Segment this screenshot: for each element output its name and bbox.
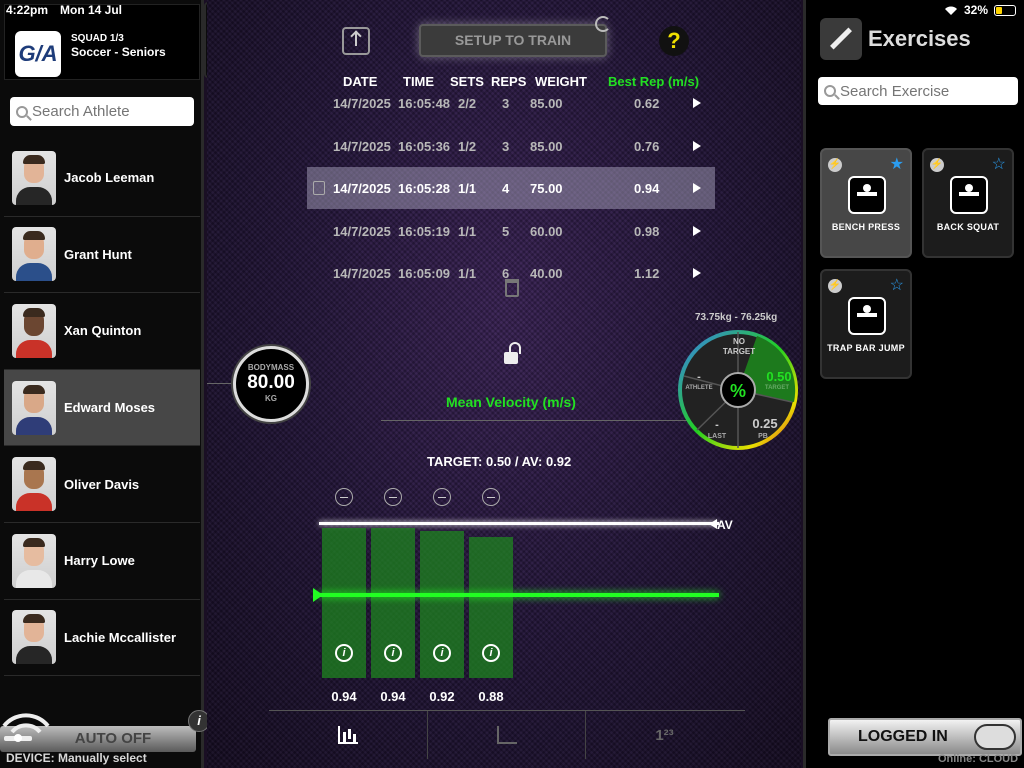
avatar <box>12 303 56 358</box>
athlete-row[interactable]: Edward Moses <box>4 369 200 447</box>
athlete-search-input[interactable] <box>32 103 182 120</box>
avatar <box>12 610 56 665</box>
athlete-list: Jacob Leeman Grant Hunt Xan Quinton Edward … <box>4 140 200 677</box>
rep-bar-chart: i 0.94 i 0.94 i 0.92 i 0.88 <box>207 0 801 768</box>
exercise-figure-icon <box>848 176 886 214</box>
exercise-title: Exercises <box>868 26 971 51</box>
battery-icon <box>994 4 1016 16</box>
rep-info-icon[interactable]: i <box>384 644 402 662</box>
status-bar: 4:22pm Mon 14 Jul 32% <box>0 0 1024 20</box>
scatter-chart-icon <box>496 726 517 744</box>
bar-chart-icon <box>338 726 358 744</box>
status-time: 4:22pm <box>6 3 49 17</box>
tab-scatter[interactable] <box>427 711 585 759</box>
exercise-label: BACK SQUAT <box>936 222 1000 232</box>
avatar <box>12 533 56 588</box>
athlete-name: Xan Quinton <box>64 323 142 339</box>
team-logo: G/A <box>15 31 61 77</box>
wireless-icon <box>2 713 50 742</box>
search-icon <box>16 105 28 118</box>
avatar <box>12 380 56 435</box>
athlete-row[interactable]: Lachie Mccallister <box>4 600 200 677</box>
remove-rep-icon[interactable] <box>335 488 353 506</box>
exercise-search[interactable] <box>818 77 1018 105</box>
remove-rep-icon[interactable] <box>384 488 402 506</box>
squad-label: SQUAD 1/3 <box>71 33 124 44</box>
exercise-card[interactable]: ⚡ ☆ BACK SQUAT <box>922 148 1014 258</box>
search-icon <box>824 85 836 97</box>
exercise-card[interactable]: ⚡ ☆ TRAP BAR JUMP <box>820 269 912 379</box>
device-label[interactable]: DEVICE: Manually select <box>6 751 147 765</box>
status-date: Mon 14 Jul <box>60 3 123 17</box>
exercise-label: TRAP BAR JUMP <box>827 343 905 353</box>
exercise-label: BENCH PRESS <box>831 222 901 232</box>
rep-info-icon[interactable]: i <box>433 644 451 662</box>
athlete-name: Lachie Mccallister <box>64 629 176 645</box>
dumbbell-icon <box>820 18 862 60</box>
athlete-panel: G/A SQUAD 1/3 Soccer - Seniors Jacob Lee… <box>0 0 210 768</box>
favorite-star-icon[interactable]: ☆ <box>890 275 904 295</box>
remove-rep-icon[interactable] <box>482 488 500 506</box>
athlete-row[interactable]: Harry Lowe <box>4 523 200 600</box>
bolt-icon: ⚡ <box>828 279 842 293</box>
tab-numbers[interactable]: 1²³ <box>585 711 743 759</box>
wifi-status-icon <box>944 6 957 15</box>
remove-rep-icon[interactable] <box>433 488 451 506</box>
rep-value-label: 0.94 <box>380 689 406 704</box>
numbers-icon: 1²³ <box>655 726 674 744</box>
logged-in-label: LOGGED IN <box>858 728 948 745</box>
view-tabbar: 1²³ <box>269 710 745 768</box>
exercise-panel: Exercises ⚡ ★ BENCH PRESS ⚡ ☆ BACK SQUAT ⚡ ☆ TRA… <box>803 0 1024 768</box>
bolt-icon: ⚡ <box>930 158 944 172</box>
avatar <box>12 150 56 205</box>
exercise-figure-icon <box>848 297 886 335</box>
exercise-figure-icon <box>950 176 988 214</box>
athlete-name: Oliver Davis <box>64 476 140 492</box>
auto-off-control: AUTO OFF i DEVICE: Manually select <box>0 710 210 768</box>
athlete-name: Grant Hunt <box>64 246 132 262</box>
favorite-star-icon[interactable]: ☆ <box>992 154 1006 174</box>
athlete-name: Edward Moses <box>64 400 156 416</box>
athlete-row[interactable]: Xan Quinton <box>4 293 200 370</box>
login-status: LOGGED IN Online: CLOUD <box>828 718 1024 768</box>
athlete-row[interactable]: Grant Hunt <box>4 217 200 294</box>
rep-value-label: 0.92 <box>429 689 455 704</box>
rep-info-icon[interactable]: i <box>335 644 353 662</box>
favorite-star-icon[interactable]: ★ <box>890 154 904 174</box>
athlete-name: Jacob Leeman <box>64 170 155 186</box>
athlete-row[interactable]: Jacob Leeman <box>4 140 200 217</box>
battery-percent: 32% <box>963 3 988 17</box>
rep-value-label: 0.94 <box>331 689 357 704</box>
rep-info-icon[interactable]: i <box>482 644 500 662</box>
avatar <box>12 457 56 512</box>
athlete-search[interactable] <box>10 97 194 126</box>
athlete-row[interactable]: Oliver Davis <box>4 446 200 523</box>
status-right: 32% <box>944 3 1016 17</box>
squad-name: Soccer - Seniors <box>71 45 166 59</box>
rep-value-label: 0.88 <box>478 689 504 704</box>
main-panel: SETUP TO TRAIN ? DATE TIME SETS REPS WEI… <box>207 0 801 768</box>
athlete-name: Harry Lowe <box>64 553 135 569</box>
cloud-icon <box>974 724 1016 750</box>
avatar <box>12 227 56 282</box>
exercise-card[interactable]: ⚡ ★ BENCH PRESS <box>820 148 912 258</box>
tab-bar-chart[interactable] <box>269 711 427 759</box>
online-status: Online: CLOUD <box>938 753 1019 765</box>
bolt-icon: ⚡ <box>828 158 842 172</box>
target-line[interactable] <box>313 588 719 602</box>
exercise-search-input[interactable] <box>840 82 1010 100</box>
